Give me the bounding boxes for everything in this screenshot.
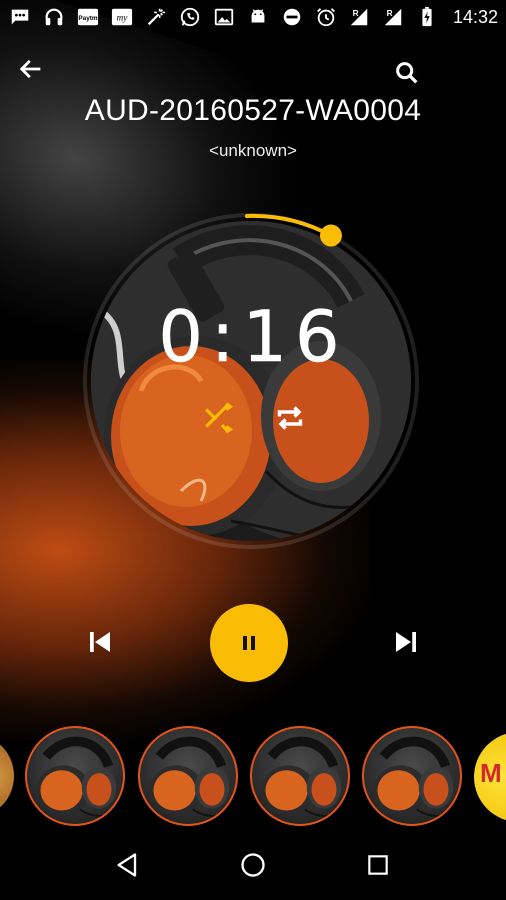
navigation-bar bbox=[0, 830, 506, 900]
android-icon bbox=[246, 6, 270, 28]
nav-home-button[interactable] bbox=[233, 845, 273, 885]
repeat-icon bbox=[277, 406, 303, 430]
svg-text:my: my bbox=[117, 13, 129, 23]
headphones-artwork bbox=[261, 736, 348, 818]
track-title: AUD-20160527-WA0004 bbox=[84, 94, 422, 127]
status-bar: Paytm my R R 14:32 bbox=[0, 0, 506, 34]
queue-thumbnail[interactable] bbox=[25, 726, 125, 826]
headphones-artwork bbox=[36, 736, 123, 818]
queue-thumbnail[interactable] bbox=[250, 726, 350, 826]
pause-icon bbox=[243, 636, 255, 650]
next-track-button[interactable] bbox=[388, 624, 424, 660]
repeat-button[interactable] bbox=[270, 400, 310, 436]
signal-icon: R bbox=[381, 6, 405, 28]
svg-text:R: R bbox=[387, 9, 393, 18]
elapsed-time: 0:16 bbox=[158, 296, 348, 379]
signal-icon: R bbox=[347, 6, 371, 28]
chat-bubble-icon bbox=[8, 6, 32, 28]
square-recents-icon bbox=[367, 855, 388, 875]
pause-button[interactable] bbox=[210, 604, 288, 682]
my-app-icon: my bbox=[110, 6, 134, 28]
queue-thumbnail[interactable] bbox=[138, 726, 238, 826]
shuffle-button[interactable] bbox=[200, 400, 238, 436]
skip-next-icon bbox=[396, 632, 416, 652]
back-button[interactable] bbox=[14, 52, 48, 86]
alarm-icon bbox=[314, 6, 338, 28]
skip-previous-icon bbox=[90, 632, 110, 652]
queue-thumbnails: M bbox=[0, 724, 506, 828]
queue-thumbnail-partial[interactable] bbox=[0, 736, 14, 816]
progress-ring[interactable] bbox=[76, 206, 426, 556]
paytm-icon: Paytm bbox=[76, 6, 100, 28]
battery-charging-icon bbox=[415, 6, 439, 28]
headphones-icon bbox=[42, 6, 66, 28]
circle-home-icon bbox=[241, 853, 265, 877]
queue-thumbnail[interactable] bbox=[362, 726, 462, 826]
previous-track-button[interactable] bbox=[82, 624, 118, 660]
svg-text:R: R bbox=[353, 9, 359, 18]
track-artist: <unknown> bbox=[209, 141, 297, 160]
thumbnail-text: M bbox=[480, 758, 502, 788]
headphones-artwork bbox=[373, 736, 460, 818]
nav-recents-button[interactable] bbox=[358, 845, 398, 885]
headphones-artwork bbox=[149, 736, 236, 818]
status-clock: 14:32 bbox=[452, 6, 498, 27]
svg-text:Paytm: Paytm bbox=[78, 15, 98, 22]
search-button[interactable] bbox=[390, 56, 424, 90]
nav-back-button[interactable] bbox=[108, 845, 148, 885]
whatsapp-icon bbox=[178, 6, 202, 28]
image-icon bbox=[212, 6, 236, 28]
search-icon bbox=[396, 62, 418, 84]
progress-knob[interactable] bbox=[319, 224, 342, 247]
magic-wand-icon bbox=[144, 6, 168, 28]
triangle-back-icon bbox=[117, 853, 137, 877]
arrow-left-icon bbox=[19, 59, 41, 79]
do-not-disturb-icon bbox=[280, 6, 304, 28]
queue-thumbnail-partial[interactable]: M bbox=[474, 732, 506, 822]
shuffle-icon bbox=[205, 402, 234, 434]
